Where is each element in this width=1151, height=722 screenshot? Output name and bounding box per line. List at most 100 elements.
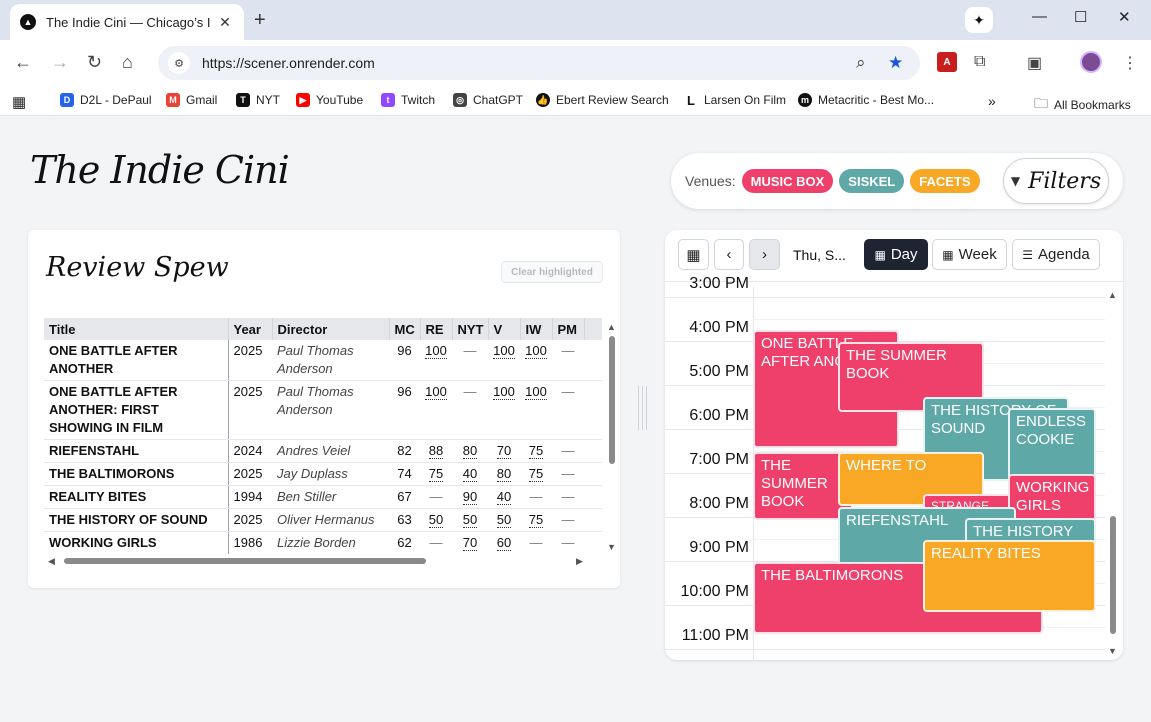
- review-score-link[interactable]: 70: [496, 443, 512, 459]
- calendar-scroll-thumb[interactable]: [1110, 516, 1116, 634]
- review-score-link[interactable]: 75: [528, 512, 544, 528]
- bookmark-twitch[interactable]: t Twitch: [381, 93, 435, 107]
- table-horizontal-scrollbar[interactable]: ◀ ▶: [48, 556, 588, 566]
- col-header-iw[interactable]: IW: [520, 318, 553, 340]
- table-row[interactable]: ONE BATTLE AFTER ANOTHER: FIRST SHOWING …: [44, 380, 602, 440]
- profile-avatar[interactable]: [1080, 51, 1102, 73]
- day-view-button[interactable]: ▦ Day: [864, 239, 928, 270]
- scroll-left-arrow-icon[interactable]: ◀: [48, 556, 55, 567]
- agenda-view-button[interactable]: ☰ Agenda: [1012, 239, 1100, 270]
- calendar-scroll-up-icon[interactable]: ▲: [1108, 290, 1117, 300]
- site-logo[interactable]: The Indie Cini: [30, 148, 290, 192]
- calendar-event[interactable]: ENDLESS COOKIE: [1008, 408, 1096, 480]
- calendar-event[interactable]: REALITY BITES: [923, 540, 1096, 612]
- bookmark-d2l[interactable]: D D2L - DePaul: [60, 93, 152, 107]
- col-header-year[interactable]: Year: [228, 318, 273, 340]
- gemini-icon[interactable]: ✦: [965, 7, 993, 33]
- table-vertical-scrollbar[interactable]: ▲ ▼: [607, 322, 617, 554]
- vertical-scroll-thumb[interactable]: [609, 336, 615, 464]
- maximize-icon[interactable]: ☐: [1074, 8, 1087, 26]
- panel-resize-handle[interactable]: [636, 386, 648, 430]
- zoom-icon[interactable]: ⌕: [856, 53, 866, 73]
- review-score-link[interactable]: 75: [428, 466, 444, 482]
- review-score-link[interactable]: 50: [462, 512, 478, 528]
- col-header-title[interactable]: Title: [44, 318, 229, 340]
- bookmark-youtube[interactable]: ▶ YouTube: [296, 93, 363, 107]
- review-score-link[interactable]: 50: [496, 512, 512, 528]
- col-header-mc[interactable]: MC: [389, 318, 421, 340]
- cell-v: 70: [488, 439, 520, 463]
- review-score-link[interactable]: 100: [425, 343, 447, 359]
- review-score-link[interactable]: 100: [525, 384, 547, 400]
- review-score-link[interactable]: 100: [425, 384, 447, 400]
- back-icon[interactable]: ←: [14, 52, 32, 73]
- review-score-link[interactable]: 40: [496, 489, 512, 505]
- reading-mode-icon[interactable]: ▣: [1027, 53, 1042, 73]
- bookmark-star-icon[interactable]: ★: [888, 53, 903, 73]
- close-window-icon[interactable]: ✕: [1118, 8, 1131, 26]
- bookmark-ebert[interactable]: 👍 Ebert Review Search: [536, 93, 669, 107]
- bookmark-nyt[interactable]: T NYT: [236, 93, 280, 107]
- scroll-up-arrow-icon[interactable]: ▲: [607, 322, 616, 332]
- review-score-link[interactable]: 75: [528, 466, 544, 482]
- all-bookmarks[interactable]: 🗀 All Bookmarks: [1034, 93, 1131, 117]
- reload-icon[interactable]: ↻: [87, 52, 102, 73]
- venue-pill-facets[interactable]: FACETS: [910, 169, 980, 193]
- apps-grid-icon[interactable]: ▦: [12, 93, 26, 111]
- table-row[interactable]: RIEFENSTAHL 2024 Andres Veiel 82 88 80 70 75 —: [44, 439, 602, 463]
- extensions-icon[interactable]: ⧉: [974, 53, 985, 71]
- scroll-right-arrow-icon[interactable]: ▶: [576, 556, 583, 567]
- bookmark-gmail[interactable]: M Gmail: [166, 93, 217, 107]
- acrobat-extension-icon[interactable]: A: [937, 52, 957, 72]
- table-row[interactable]: REALITY BITES 1994 Ben Stiller 67—90 40— —: [44, 485, 602, 509]
- browser-tab[interactable]: ▲ The Indie Cini — Chicago’s Indie ✕: [10, 4, 244, 40]
- scroll-down-arrow-icon[interactable]: ▼: [607, 542, 616, 552]
- clear-highlighted-button[interactable]: Clear highlighted: [501, 261, 603, 283]
- review-score-link[interactable]: 50: [428, 512, 444, 528]
- home-icon[interactable]: ⌂: [122, 52, 133, 73]
- calendar-event[interactable]: WORKING GIRLS: [1008, 474, 1096, 522]
- next-day-button[interactable]: ›: [749, 239, 780, 270]
- filters-button[interactable]: ▼ Filters: [1003, 158, 1109, 204]
- venue-pill-siskel[interactable]: SISKEL: [839, 169, 905, 193]
- review-score-link[interactable]: 100: [525, 343, 547, 359]
- forward-icon[interactable]: →: [51, 52, 69, 73]
- table-row[interactable]: THE HISTORY OF SOUND 2025 Oliver Hermanus 6…: [44, 508, 602, 532]
- review-score-link[interactable]: 80: [462, 443, 478, 459]
- table-row[interactable]: THE BALTIMORONS 2025 Jay Duplass 74 75 40 80 75…: [44, 462, 602, 486]
- review-score-link[interactable]: 88: [428, 443, 444, 459]
- minimize-icon[interactable]: —: [1032, 8, 1047, 25]
- col-header-director[interactable]: Director: [272, 318, 390, 340]
- table-row[interactable]: ONE BATTLE AFTER ANOTHER 2025 Paul Thomas …: [44, 340, 602, 381]
- review-score-link[interactable]: 80: [496, 466, 512, 482]
- review-score-link[interactable]: 60: [496, 535, 512, 551]
- bookmarks-overflow-icon[interactable]: »: [988, 93, 996, 109]
- table-row[interactable]: WORKING GIRLS 1986 Lizzie Borden 62—70 60— —: [44, 531, 602, 554]
- bookmark-larsen[interactable]: L Larsen On Film: [684, 93, 786, 108]
- venue-pill-music-box[interactable]: MUSIC BOX: [741, 169, 834, 193]
- review-score-link[interactable]: 90: [462, 489, 478, 505]
- review-score-link[interactable]: 40: [462, 466, 478, 482]
- review-score-link[interactable]: 70: [462, 535, 478, 551]
- col-header-re[interactable]: RE: [420, 318, 453, 340]
- bookmark-chatgpt[interactable]: ◎ ChatGPT: [453, 93, 523, 107]
- bookmark-metacritic[interactable]: m Metacritic - Best Mo...: [798, 93, 934, 107]
- new-tab-icon[interactable]: +: [254, 9, 266, 32]
- col-header-pm[interactable]: PM: [552, 318, 585, 340]
- url-text[interactable]: https://scener.onrender.com: [202, 55, 375, 71]
- date-picker-button[interactable]: ▦: [678, 239, 709, 270]
- col-header-extra[interactable]: [584, 318, 602, 340]
- week-view-button[interactable]: ▦ Week: [932, 239, 1007, 270]
- review-score-link[interactable]: 75: [528, 443, 544, 459]
- prev-day-button[interactable]: ‹: [714, 239, 744, 270]
- col-header-nyt[interactable]: NYT: [452, 318, 489, 340]
- review-score-link[interactable]: 100: [493, 343, 515, 359]
- col-header-v[interactable]: V: [488, 318, 521, 340]
- site-settings-icon[interactable]: ⚙: [168, 52, 190, 74]
- calendar-scroll-down-icon[interactable]: ▼: [1108, 646, 1117, 656]
- address-bar[interactable]: ⚙ https://scener.onrender.com ⌕ ★: [158, 46, 920, 80]
- close-tab-icon[interactable]: ✕: [216, 14, 234, 31]
- review-score-link[interactable]: 100: [493, 384, 515, 400]
- horizontal-scroll-thumb[interactable]: [64, 558, 426, 564]
- menu-kebab-icon[interactable]: ⋮: [1122, 53, 1138, 73]
